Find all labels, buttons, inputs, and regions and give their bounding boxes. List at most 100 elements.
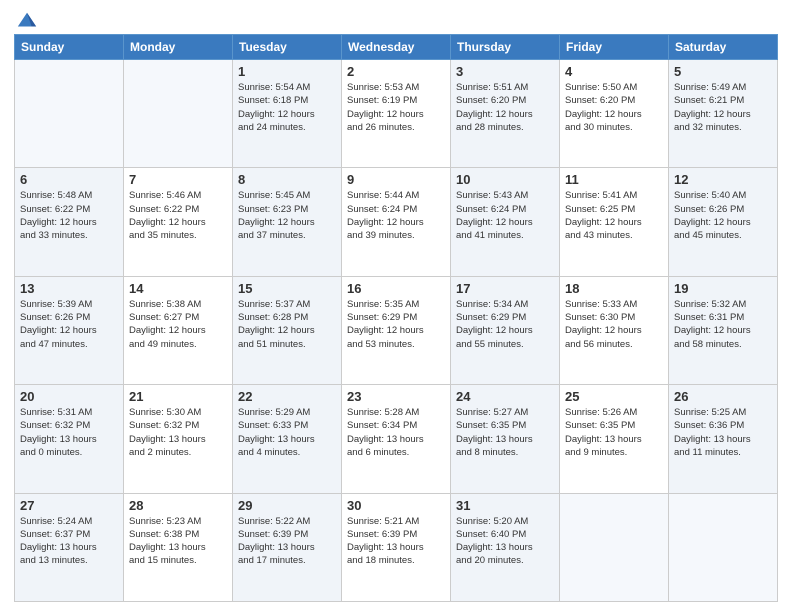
weekday-header-friday: Friday: [560, 35, 669, 60]
page: SundayMondayTuesdayWednesdayThursdayFrid…: [0, 0, 792, 612]
calendar-cell: 24 Sunrise: 5:27 AM Sunset: 6:35 PM Dayli…: [451, 385, 560, 493]
cell-content: Sunrise: 5:29 AM Sunset: 6:33 PM Dayligh…: [238, 406, 336, 459]
weekday-header-sunday: Sunday: [15, 35, 124, 60]
calendar-cell: 28 Sunrise: 5:23 AM Sunset: 6:38 PM Dayli…: [124, 493, 233, 601]
calendar-cell: 25Sunrise: 5:26 AM Sunset: 6:35 PM Dayli…: [560, 385, 669, 493]
day-number: 23: [347, 389, 445, 404]
cell-content: Sunrise: 5:24 AM Sunset: 6:37 PM Dayligh…: [20, 515, 118, 568]
day-number: 3: [456, 64, 554, 79]
cell-content: Sunrise: 5:48 AM Sunset: 6:22 PM Dayligh…: [20, 189, 118, 242]
cell-content: Sunrise: 5:22 AM Sunset: 6:39 PM Dayligh…: [238, 515, 336, 568]
calendar-cell: 8 Sunrise: 5:45 AM Sunset: 6:23 PM Daylig…: [233, 168, 342, 276]
logo: [14, 14, 38, 28]
calendar-cell: 16Sunrise: 5:35 AM Sunset: 6:29 PM Dayli…: [342, 276, 451, 384]
calendar-cell: 18 Sunrise: 5:33 AM Sunset: 6:30 PM Dayli…: [560, 276, 669, 384]
cell-content: Sunrise: 5:25 AM Sunset: 6:36 PM Dayligh…: [674, 406, 772, 459]
weekday-header-wednesday: Wednesday: [342, 35, 451, 60]
cell-content: Sunrise: 5:33 AM Sunset: 6:30 PM Dayligh…: [565, 298, 663, 351]
cell-content: Sunrise: 5:39 AM Sunset: 6:26 PM Dayligh…: [20, 298, 118, 351]
day-number: 19: [674, 281, 772, 296]
calendar-cell: 23 Sunrise: 5:28 AM Sunset: 6:34 PM Dayli…: [342, 385, 451, 493]
day-number: 24: [456, 389, 554, 404]
cell-content: Sunrise: 5:28 AM Sunset: 6:34 PM Dayligh…: [347, 406, 445, 459]
cell-content: Sunrise: 5:23 AM Sunset: 6:38 PM Dayligh…: [129, 515, 227, 568]
day-number: 27: [20, 498, 118, 513]
day-number: 17: [456, 281, 554, 296]
calendar-cell: [124, 60, 233, 168]
cell-content: Sunrise: 5:38 AM Sunset: 6:27 PM Dayligh…: [129, 298, 227, 351]
day-number: 13: [20, 281, 118, 296]
day-number: 2: [347, 64, 445, 79]
calendar-cell: 12 Sunrise: 5:40 AM Sunset: 6:26 PM Dayli…: [669, 168, 778, 276]
cell-content: Sunrise: 5:27 AM Sunset: 6:35 PM Dayligh…: [456, 406, 554, 459]
cell-content: Sunrise: 5:54 AM Sunset: 6:18 PM Dayligh…: [238, 81, 336, 134]
calendar-cell: 7 Sunrise: 5:46 AM Sunset: 6:22 PM Daylig…: [124, 168, 233, 276]
cell-content: Sunrise: 5:20 AM Sunset: 6:40 PM Dayligh…: [456, 515, 554, 568]
day-number: 28: [129, 498, 227, 513]
day-number: 11: [565, 172, 663, 187]
cell-content: Sunrise: 5:43 AM Sunset: 6:24 PM Dayligh…: [456, 189, 554, 242]
calendar-row-4: 27 Sunrise: 5:24 AM Sunset: 6:37 PM Dayli…: [15, 493, 778, 601]
cell-content: Sunrise: 5:41 AM Sunset: 6:25 PM Dayligh…: [565, 189, 663, 242]
calendar-row-2: 13 Sunrise: 5:39 AM Sunset: 6:26 PM Dayli…: [15, 276, 778, 384]
calendar-row-3: 20 Sunrise: 5:31 AM Sunset: 6:32 PM Dayli…: [15, 385, 778, 493]
calendar-cell: 17 Sunrise: 5:34 AM Sunset: 6:29 PM Dayli…: [451, 276, 560, 384]
day-number: 30: [347, 498, 445, 513]
header: [14, 10, 778, 28]
calendar-cell: 6 Sunrise: 5:48 AM Sunset: 6:22 PM Daylig…: [15, 168, 124, 276]
calendar-row-0: 1 Sunrise: 5:54 AM Sunset: 6:18 PM Daylig…: [15, 60, 778, 168]
calendar-cell: [15, 60, 124, 168]
cell-content: Sunrise: 5:49 AM Sunset: 6:21 PM Dayligh…: [674, 81, 772, 134]
day-number: 10: [456, 172, 554, 187]
day-number: 22: [238, 389, 336, 404]
calendar-cell: 15Sunrise: 5:37 AM Sunset: 6:28 PM Dayli…: [233, 276, 342, 384]
day-number: 9: [347, 172, 445, 187]
calendar-cell: 2Sunrise: 5:53 AM Sunset: 6:19 PM Daylig…: [342, 60, 451, 168]
header-row: SundayMondayTuesdayWednesdayThursdayFrid…: [15, 35, 778, 60]
day-number: 29: [238, 498, 336, 513]
cell-content: Sunrise: 5:45 AM Sunset: 6:23 PM Dayligh…: [238, 189, 336, 242]
calendar-cell: 10 Sunrise: 5:43 AM Sunset: 6:24 PM Dayli…: [451, 168, 560, 276]
cell-content: Sunrise: 5:51 AM Sunset: 6:20 PM Dayligh…: [456, 81, 554, 134]
day-number: 6: [20, 172, 118, 187]
calendar-cell: 5Sunrise: 5:49 AM Sunset: 6:21 PM Daylig…: [669, 60, 778, 168]
day-number: 25: [565, 389, 663, 404]
calendar-cell: 13 Sunrise: 5:39 AM Sunset: 6:26 PM Dayli…: [15, 276, 124, 384]
calendar-cell: 27 Sunrise: 5:24 AM Sunset: 6:37 PM Dayli…: [15, 493, 124, 601]
cell-content: Sunrise: 5:35 AM Sunset: 6:29 PM Dayligh…: [347, 298, 445, 351]
calendar-table: SundayMondayTuesdayWednesdayThursdayFrid…: [14, 34, 778, 602]
cell-content: Sunrise: 5:32 AM Sunset: 6:31 PM Dayligh…: [674, 298, 772, 351]
calendar-cell: 9 Sunrise: 5:44 AM Sunset: 6:24 PM Daylig…: [342, 168, 451, 276]
calendar-cell: 11 Sunrise: 5:41 AM Sunset: 6:25 PM Dayli…: [560, 168, 669, 276]
weekday-header-monday: Monday: [124, 35, 233, 60]
day-number: 18: [565, 281, 663, 296]
cell-content: Sunrise: 5:44 AM Sunset: 6:24 PM Dayligh…: [347, 189, 445, 242]
day-number: 4: [565, 64, 663, 79]
calendar-cell: 4 Sunrise: 5:50 AM Sunset: 6:20 PM Daylig…: [560, 60, 669, 168]
day-number: 1: [238, 64, 336, 79]
calendar-cell: 3 Sunrise: 5:51 AM Sunset: 6:20 PM Daylig…: [451, 60, 560, 168]
day-number: 7: [129, 172, 227, 187]
calendar-cell: 21 Sunrise: 5:30 AM Sunset: 6:32 PM Dayli…: [124, 385, 233, 493]
logo-icon: [16, 10, 38, 32]
cell-content: Sunrise: 5:34 AM Sunset: 6:29 PM Dayligh…: [456, 298, 554, 351]
cell-content: Sunrise: 5:30 AM Sunset: 6:32 PM Dayligh…: [129, 406, 227, 459]
calendar-cell: 14 Sunrise: 5:38 AM Sunset: 6:27 PM Dayli…: [124, 276, 233, 384]
day-number: 12: [674, 172, 772, 187]
day-number: 20: [20, 389, 118, 404]
day-number: 15: [238, 281, 336, 296]
weekday-header-thursday: Thursday: [451, 35, 560, 60]
day-number: 8: [238, 172, 336, 187]
calendar-cell: 1 Sunrise: 5:54 AM Sunset: 6:18 PM Daylig…: [233, 60, 342, 168]
calendar-cell: 26Sunrise: 5:25 AM Sunset: 6:36 PM Dayli…: [669, 385, 778, 493]
day-number: 14: [129, 281, 227, 296]
cell-content: Sunrise: 5:46 AM Sunset: 6:22 PM Dayligh…: [129, 189, 227, 242]
calendar-cell: 31 Sunrise: 5:20 AM Sunset: 6:40 PM Dayli…: [451, 493, 560, 601]
cell-content: Sunrise: 5:31 AM Sunset: 6:32 PM Dayligh…: [20, 406, 118, 459]
weekday-header-tuesday: Tuesday: [233, 35, 342, 60]
cell-content: Sunrise: 5:40 AM Sunset: 6:26 PM Dayligh…: [674, 189, 772, 242]
day-number: 31: [456, 498, 554, 513]
day-number: 21: [129, 389, 227, 404]
calendar-cell: 20 Sunrise: 5:31 AM Sunset: 6:32 PM Dayli…: [15, 385, 124, 493]
cell-content: Sunrise: 5:50 AM Sunset: 6:20 PM Dayligh…: [565, 81, 663, 134]
